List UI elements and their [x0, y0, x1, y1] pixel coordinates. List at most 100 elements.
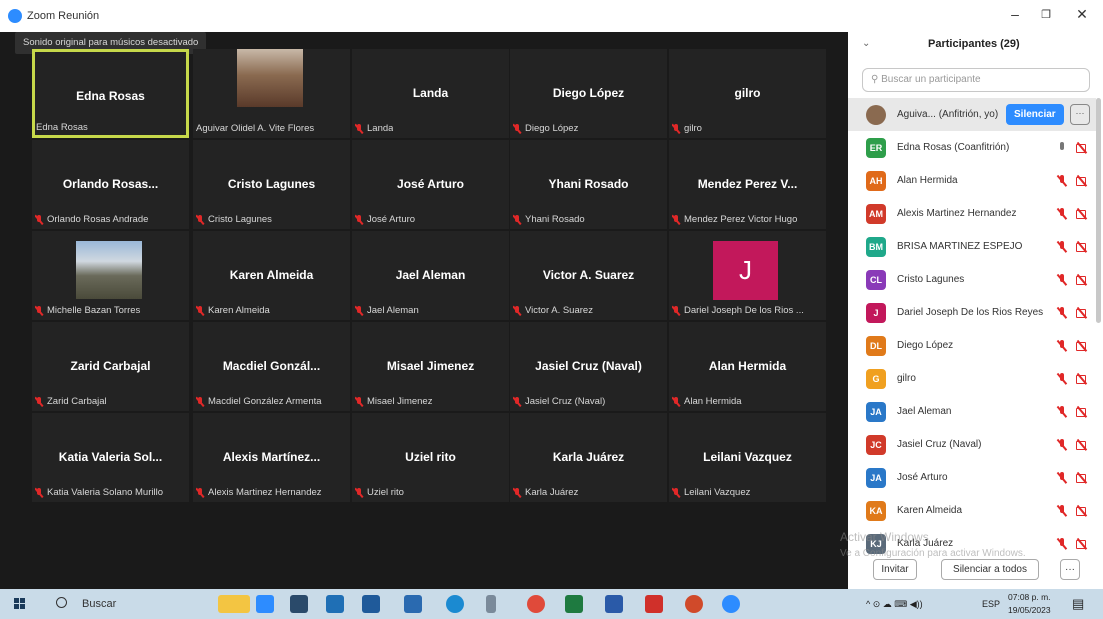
- participant-name: José Arturo: [897, 472, 948, 483]
- video-tile[interactable]: Macdiel Gonzál... Macdiel González Arment…: [193, 322, 350, 411]
- participant-name: Jasiel Cruz (Naval): [897, 439, 982, 450]
- participant-row[interactable]: JC Jasiel Cruz (Naval): [848, 428, 1096, 461]
- invite-button[interactable]: Invitar: [873, 559, 917, 580]
- panel-footer: Invitar Silenciar a todos ···: [848, 554, 1103, 589]
- footer-more-button[interactable]: ···: [1060, 559, 1080, 580]
- taskbar-search[interactable]: Buscar: [44, 589, 204, 619]
- acrobat-icon[interactable]: [645, 595, 663, 613]
- tile-display-name: Mendez Perez V...: [697, 177, 798, 191]
- edge-icon[interactable]: [446, 595, 464, 613]
- muted-mic-icon: [672, 123, 680, 134]
- participant-list-scrollbar[interactable]: [1096, 98, 1101, 323]
- muted-mic-icon: [35, 396, 43, 407]
- video-tile[interactable]: Karen Almeida Karen Almeida: [193, 231, 350, 320]
- video-tile[interactable]: Landa Landa: [352, 49, 509, 138]
- participant-row[interactable]: BM BRISA MARTINEZ ESPEJO: [848, 230, 1096, 263]
- tile-name-label: Jasiel Cruz (Naval): [513, 396, 605, 407]
- taskbar-app-icon[interactable]: [256, 595, 274, 613]
- participant-status-icons: [1056, 504, 1088, 517]
- participant-row[interactable]: J Dariel Joseph De los Rios Reyes: [848, 296, 1096, 329]
- participant-row[interactable]: DL Diego López: [848, 329, 1096, 362]
- video-tile[interactable]: Edna Rosas Edna Rosas: [32, 49, 189, 138]
- muted-mic-icon: [355, 214, 363, 225]
- tile-name-label: Yhani Rosado: [513, 214, 585, 225]
- language-indicator[interactable]: ESP: [982, 589, 1000, 619]
- video-tile[interactable]: gilro gilro: [669, 49, 826, 138]
- participant-row[interactable]: ER Edna Rosas (Coanfitrión): [848, 131, 1096, 164]
- video-tile[interactable]: Misael Jimenez Misael Jimenez: [352, 322, 509, 411]
- avatar: JA: [866, 401, 886, 422]
- video-tile[interactable]: Diego López Diego López: [510, 49, 667, 138]
- participant-name: Diego López: [897, 340, 954, 351]
- participant-row[interactable]: Aguiva... (Anfitrión, yo) Silenciar ···: [848, 98, 1096, 131]
- participant-search-input[interactable]: ⚲ Buscar un participante: [862, 68, 1090, 92]
- video-tile[interactable]: Cristo Lagunes Cristo Lagunes: [193, 140, 350, 229]
- video-tile[interactable]: Katia Valeria Sol... Katia Valeria Solano…: [32, 413, 189, 502]
- zoom-taskbar-icon[interactable]: [722, 595, 740, 613]
- video-tile[interactable]: Alan Hermida Alan Hermida: [669, 322, 826, 411]
- video-tile[interactable]: José Arturo José Arturo: [352, 140, 509, 229]
- video-tile[interactable]: Orlando Rosas... Orlando Rosas Andrade: [32, 140, 189, 229]
- notification-icon[interactable]: ▤: [1072, 589, 1084, 619]
- windows-start-icon[interactable]: [14, 598, 26, 610]
- taskbar-clock[interactable]: 07:08 p. m. 19/05/2023: [1008, 591, 1051, 617]
- video-tile[interactable]: J Dariel Joseph De los Rios ...: [669, 231, 826, 320]
- video-off-icon: [1076, 505, 1088, 517]
- video-off-icon: [1076, 241, 1088, 253]
- video-tile[interactable]: Victor A. Suarez Victor A. Suarez: [510, 231, 667, 320]
- task-view-icon[interactable]: [290, 595, 308, 613]
- tile-name-label: Landa: [355, 123, 393, 134]
- video-tile[interactable]: Leilani Vazquez Leilani Vazquez: [669, 413, 826, 502]
- video-tile[interactable]: Karla Juárez Karla Juárez: [510, 413, 667, 502]
- avatar: G: [866, 368, 886, 389]
- chevron-down-icon[interactable]: ⌄: [862, 38, 870, 49]
- close-icon[interactable]: ✕: [1072, 6, 1092, 23]
- file-explorer-icon[interactable]: [404, 595, 422, 613]
- participant-video: [237, 49, 303, 107]
- participant-row[interactable]: CL Cristo Lagunes: [848, 263, 1096, 296]
- video-tile[interactable]: Zarid Carbajal Zarid Carbajal: [32, 322, 189, 411]
- clock-time: 07:08 p. m.: [1008, 592, 1051, 602]
- taskbar-app-icon-2[interactable]: [486, 595, 496, 613]
- participant-row[interactable]: Ggilro: [848, 362, 1096, 395]
- mail-icon[interactable]: [326, 595, 344, 613]
- tile-display-name: Victor A. Suarez: [542, 268, 635, 282]
- participant-row[interactable]: AM Alexis Martinez Hernandez: [848, 197, 1096, 230]
- video-tile[interactable]: Jael Aleman Jael Aleman: [352, 231, 509, 320]
- word-icon[interactable]: [605, 595, 623, 613]
- video-tile[interactable]: Yhani Rosado Yhani Rosado: [510, 140, 667, 229]
- muted-mic-icon: [196, 214, 204, 225]
- more-options-button[interactable]: ···: [1070, 104, 1090, 125]
- participant-row[interactable]: JA Jael Aleman: [848, 395, 1096, 428]
- avatar: AM: [866, 203, 886, 224]
- muted-mic-icon: [35, 214, 43, 225]
- tile-name-label: Alan Hermida: [672, 396, 742, 407]
- muted-mic-icon: [672, 396, 680, 407]
- video-tile[interactable]: Alexis Martínez... Alexis Martinez Hernan…: [193, 413, 350, 502]
- panel-title: Participantes (29): [928, 38, 1020, 50]
- restore-icon[interactable]: ❐: [1036, 8, 1056, 21]
- participant-row[interactable]: AH Alan Hermida: [848, 164, 1096, 197]
- participant-status-icons: [1056, 372, 1088, 385]
- participant-row[interactable]: JA José Arturo: [848, 461, 1096, 494]
- participant-status-icons: [1056, 339, 1088, 352]
- powerpoint-icon[interactable]: [685, 595, 703, 613]
- video-off-icon: [1076, 175, 1088, 187]
- taskbar-widget-icon[interactable]: [218, 595, 250, 613]
- avatar: CL: [866, 269, 886, 290]
- video-tile[interactable]: Uziel rito Uziel rito: [352, 413, 509, 502]
- minimize-icon[interactable]: –: [1005, 6, 1025, 22]
- store-icon[interactable]: [362, 595, 380, 613]
- mute-all-button[interactable]: Silenciar a todos: [941, 559, 1039, 580]
- tray-icons[interactable]: ^ ⊙ ☁ ⌨ ◀)): [866, 589, 923, 619]
- muted-mic-icon: [1056, 471, 1068, 484]
- video-tile[interactable]: Michelle Bazan Torres: [32, 231, 189, 320]
- video-tile[interactable]: Mendez Perez V... Mendez Perez Victor Hug…: [669, 140, 826, 229]
- video-tile[interactable]: Aguivar Olidel A. Vite Flores: [193, 49, 350, 138]
- video-tile[interactable]: Jasiel Cruz (Naval) Jasiel Cruz (Naval): [510, 322, 667, 411]
- chrome-icon[interactable]: [527, 595, 545, 613]
- excel-icon[interactable]: [565, 595, 583, 613]
- participant-row[interactable]: KA Karen Almeida: [848, 494, 1096, 527]
- mute-self-button[interactable]: Silenciar: [1006, 104, 1064, 125]
- participant-name: Alexis Martinez Hernandez: [897, 208, 1017, 219]
